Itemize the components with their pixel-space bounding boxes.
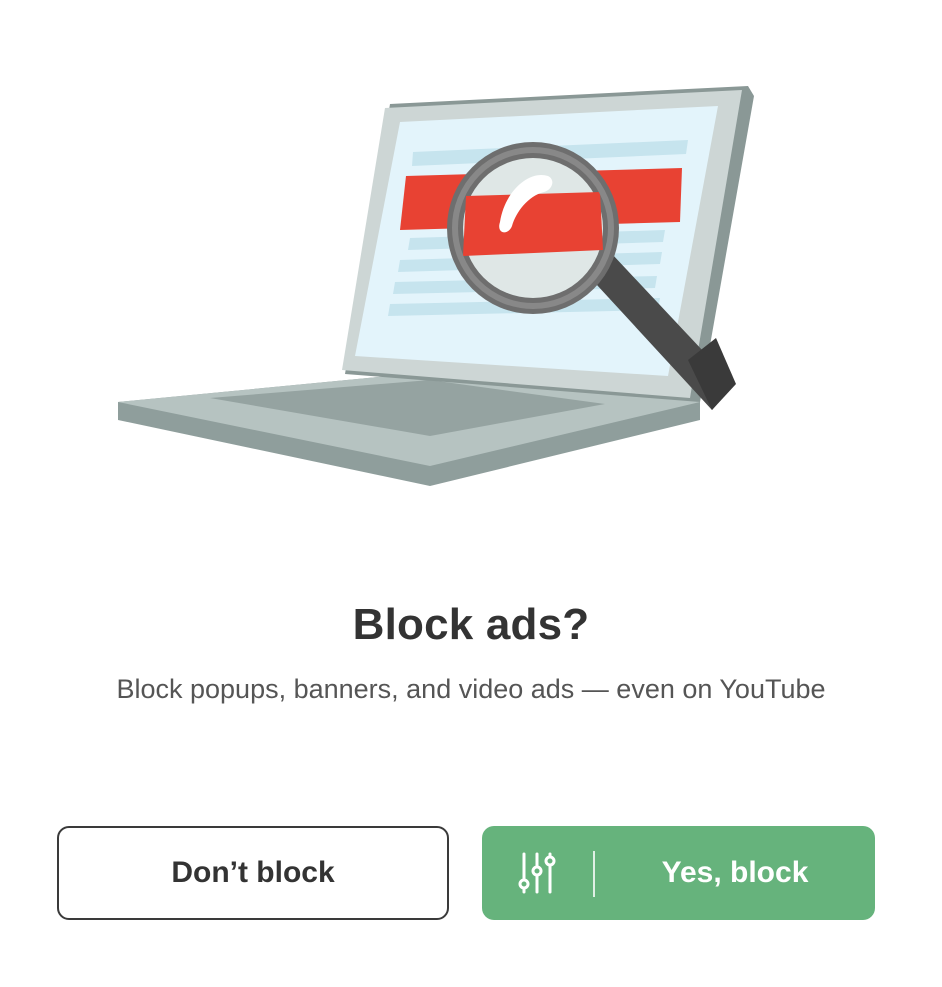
dont-block-button[interactable]: Don’t block (57, 826, 449, 920)
dont-block-label: Don’t block (171, 856, 335, 889)
laptop-magnifier-illustration (118, 86, 754, 486)
yes-block-label: Yes, block (661, 856, 809, 889)
dialog-subtitle: Block popups, banners, and video ads — e… (116, 674, 826, 704)
dialog-title: Block ads? (352, 600, 590, 649)
yes-block-button[interactable]: Yes, block (482, 826, 875, 920)
sliders-icon (512, 848, 562, 898)
